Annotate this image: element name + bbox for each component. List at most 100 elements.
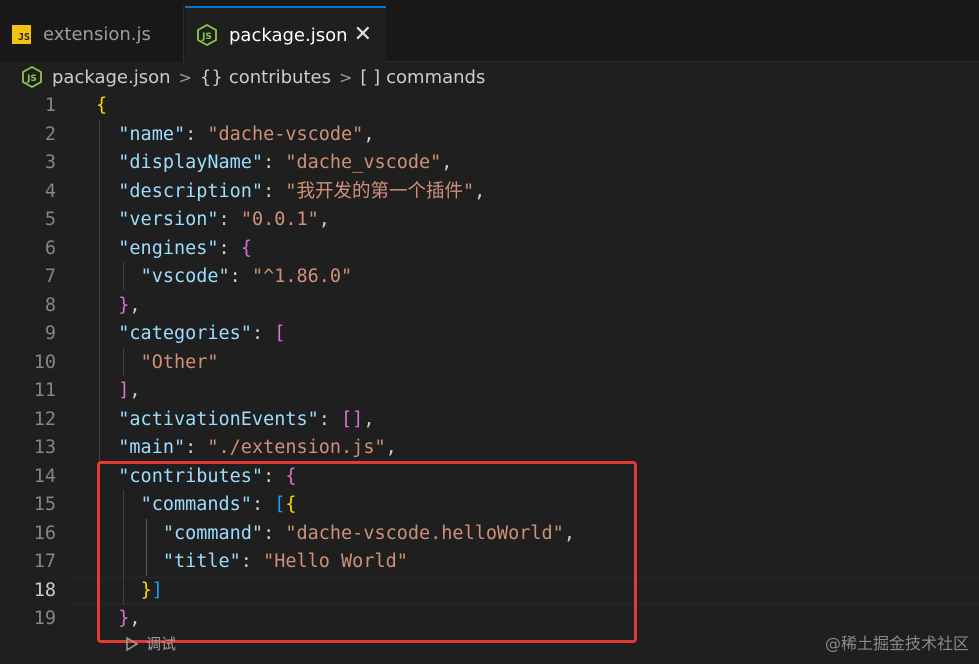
svg-text:JS: JS (201, 32, 212, 42)
line-number: 8 (44, 294, 56, 316)
line-number: 15 (33, 494, 56, 515)
line-code: ], (96, 377, 141, 405)
tab-label: extension.js (43, 23, 151, 45)
line-number: 9 (44, 323, 56, 344)
code-token: "dache-vscode" (207, 123, 364, 145)
debug-label: 调试 (146, 635, 177, 653)
line-number: 7 (44, 266, 56, 287)
code-token: "Other" (140, 351, 219, 373)
play-icon (126, 636, 139, 651)
breadcrumb: JS package.json > {} contributes > [ ] c… (0, 62, 979, 92)
line-number: 18 (33, 579, 56, 601)
line-code: "engines": { (96, 235, 252, 263)
line-code: }, (96, 292, 140, 320)
breadcrumb-contributes[interactable]: contributes (229, 67, 331, 88)
code-line[interactable]: 5 "version": "0.0.1", (0, 206, 979, 234)
object-symbol-icon: {} (199, 66, 223, 88)
tab-extension-js[interactable]: JS extension.js (0, 6, 184, 62)
line-number: 6 (44, 237, 56, 259)
code-line[interactable]: 10 "Other" (0, 349, 979, 377)
code-line[interactable]: 4 "description": "我开发的第一个插件", (0, 178, 979, 206)
code-token: : (185, 437, 208, 458)
code-token: "我开发的第一个插件" (285, 180, 475, 202)
code-line[interactable]: 6 "engines": { (0, 235, 979, 263)
debug-codelens[interactable]: 调试 (124, 633, 176, 654)
js-file-icon: JS (12, 24, 31, 44)
code-token: , (441, 152, 453, 173)
code-line[interactable]: 1{ (0, 92, 979, 120)
code-token: : (251, 323, 275, 344)
code-token: "./extension.js" (207, 437, 386, 458)
line-code: "description": "我开发的第一个插件", (96, 178, 485, 206)
code-line[interactable]: 13 "main": "./extension.js", (0, 434, 979, 462)
svg-text:JS: JS (26, 74, 37, 84)
code-token: "vscode" (140, 266, 230, 287)
line-code: "vscode": "^1.86.0" (96, 263, 353, 291)
code-token: { (96, 95, 108, 116)
editor-tab-bar: JS extension.js JS package.json ✕ (0, 0, 979, 62)
close-icon[interactable]: ✕ (354, 24, 372, 46)
array-symbol-icon: [ ] (360, 66, 381, 88)
line-code: "Other" (96, 349, 219, 377)
code-token: , (129, 380, 141, 401)
code-line[interactable]: 9 "categories": [ (0, 320, 979, 348)
code-token: , (474, 180, 486, 202)
code-token: ] (118, 380, 130, 401)
nodejs-file-icon: JS (22, 66, 42, 88)
line-code: "categories": [ (96, 320, 285, 348)
code-token: : (318, 408, 342, 430)
line-number: 5 (44, 209, 56, 230)
code-token: , (385, 437, 397, 458)
code-token: "engines" (118, 237, 219, 259)
code-token: "description" (118, 180, 264, 202)
code-token: , (318, 209, 330, 230)
code-token: "activationEvents" (118, 408, 319, 430)
code-token: , (363, 123, 375, 145)
code-editor[interactable]: 1{2 "name": "dache-vscode", 3 "displayNam… (0, 92, 979, 664)
code-line[interactable]: 8 }, (0, 292, 979, 320)
code-token: : (218, 209, 241, 230)
code-token: : (218, 237, 241, 259)
line-code: "name": "dache-vscode", (96, 121, 374, 149)
line-code: "activationEvents": [], (96, 406, 374, 434)
annotation-highlight-box (97, 461, 637, 643)
line-number: 16 (33, 522, 56, 544)
code-token: "dache_vscode" (285, 152, 442, 173)
line-code: "main": "./extension.js", (96, 434, 397, 462)
code-token: "name" (118, 123, 186, 145)
line-number: 19 (33, 608, 56, 629)
code-line[interactable]: 2 "name": "dache-vscode", (0, 121, 979, 149)
breadcrumb-file[interactable]: package.json (52, 67, 171, 88)
line-number: 1 (44, 95, 56, 116)
breadcrumb-commands[interactable]: commands (386, 67, 485, 88)
tab-label: package.json (229, 24, 348, 46)
code-token: : (229, 266, 252, 287)
chevron-right-icon: > (178, 67, 192, 87)
code-line[interactable]: 11 ], (0, 377, 979, 405)
code-token: "0.0.1" (240, 209, 319, 230)
line-number: 17 (33, 551, 56, 572)
code-line[interactable]: 7 "vscode": "^1.86.0" (0, 263, 979, 291)
line-number: 2 (44, 123, 56, 145)
code-token: , (363, 408, 375, 430)
line-code: { (96, 92, 107, 120)
code-line[interactable]: 12 "activationEvents": [], (0, 406, 979, 434)
code-token: : (185, 123, 208, 145)
code-line[interactable]: 3 "displayName": "dache_vscode", (0, 149, 979, 177)
code-token: "main" (118, 437, 186, 458)
nodejs-file-icon: JS (197, 24, 217, 46)
tab-package-json[interactable]: JS package.json ✕ (185, 6, 386, 62)
code-token: "categories" (118, 323, 252, 344)
code-token: "version" (118, 209, 219, 230)
code-token: : (263, 152, 286, 173)
